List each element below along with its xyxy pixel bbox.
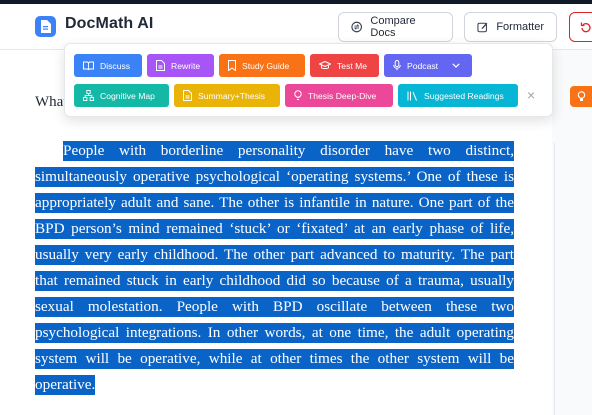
discuss-label: Discuss [100,60,131,71]
compare-icon [351,21,363,33]
app-title: DocMath AI [65,15,154,32]
formatter-label: Formatter [496,21,544,33]
app-logo-icon [35,16,56,37]
test-me-label: Test Me [337,60,368,71]
microphone-icon [393,60,401,71]
compare-docs-button[interactable]: Compare Docs [338,12,453,42]
reset-button[interactable] [569,12,592,42]
text-actions-popover: Discuss Rewrite Study Guide Test Me Podc… [64,43,553,117]
rotate-ccw-icon [580,22,591,33]
book-icon [83,61,94,70]
cognitive-map-label: Cognitive Map [100,90,155,101]
cognitive-map-button[interactable]: Cognitive Map [74,84,169,107]
podcast-label: Podcast [407,60,439,71]
close-popover-icon[interactable]: × [527,88,535,102]
library-icon [407,91,417,101]
rewrite-button[interactable]: Rewrite [147,54,214,77]
document-paragraph[interactable]: People with borderline personality disor… [35,138,514,398]
rewrite-label: Rewrite [171,60,201,71]
bookmark-icon [228,60,236,71]
document-icon [156,60,165,71]
discuss-button[interactable]: Discuss [74,54,142,77]
study-guide-button[interactable]: Study Guide [219,54,305,77]
summary-thesis-button[interactable]: Summary+Thesis [174,84,280,107]
right-panel-divider [554,143,555,415]
compare-docs-label: Compare Docs [370,15,416,39]
lightbulb-icon [294,90,302,100]
podcast-button[interactable]: Podcast [384,54,472,77]
suggested-readings-label: Suggested Readings [424,90,504,101]
study-guide-label: Study Guide [242,60,290,71]
chevron-down-icon [452,63,460,68]
formatter-button[interactable]: Formatter [464,12,557,42]
graduation-cap-icon [319,61,331,70]
edit-icon [477,22,488,33]
thesis-deep-dive-button[interactable]: Thesis Deep-Dive [285,84,393,107]
selected-text[interactable]: People with borderline personality disor… [35,141,514,395]
test-me-button[interactable]: Test Me [310,54,379,77]
lightbulb-icon [577,91,585,101]
right-panel-toggle-button[interactable] [570,86,592,107]
summary-thesis-label: Summary+Thesis [198,90,266,101]
document-icon [183,90,192,101]
document-heading: What [35,94,68,110]
thesis-deep-dive-label: Thesis Deep-Dive [308,90,377,101]
suggested-readings-button[interactable]: Suggested Readings [398,84,518,107]
network-icon [83,90,94,101]
